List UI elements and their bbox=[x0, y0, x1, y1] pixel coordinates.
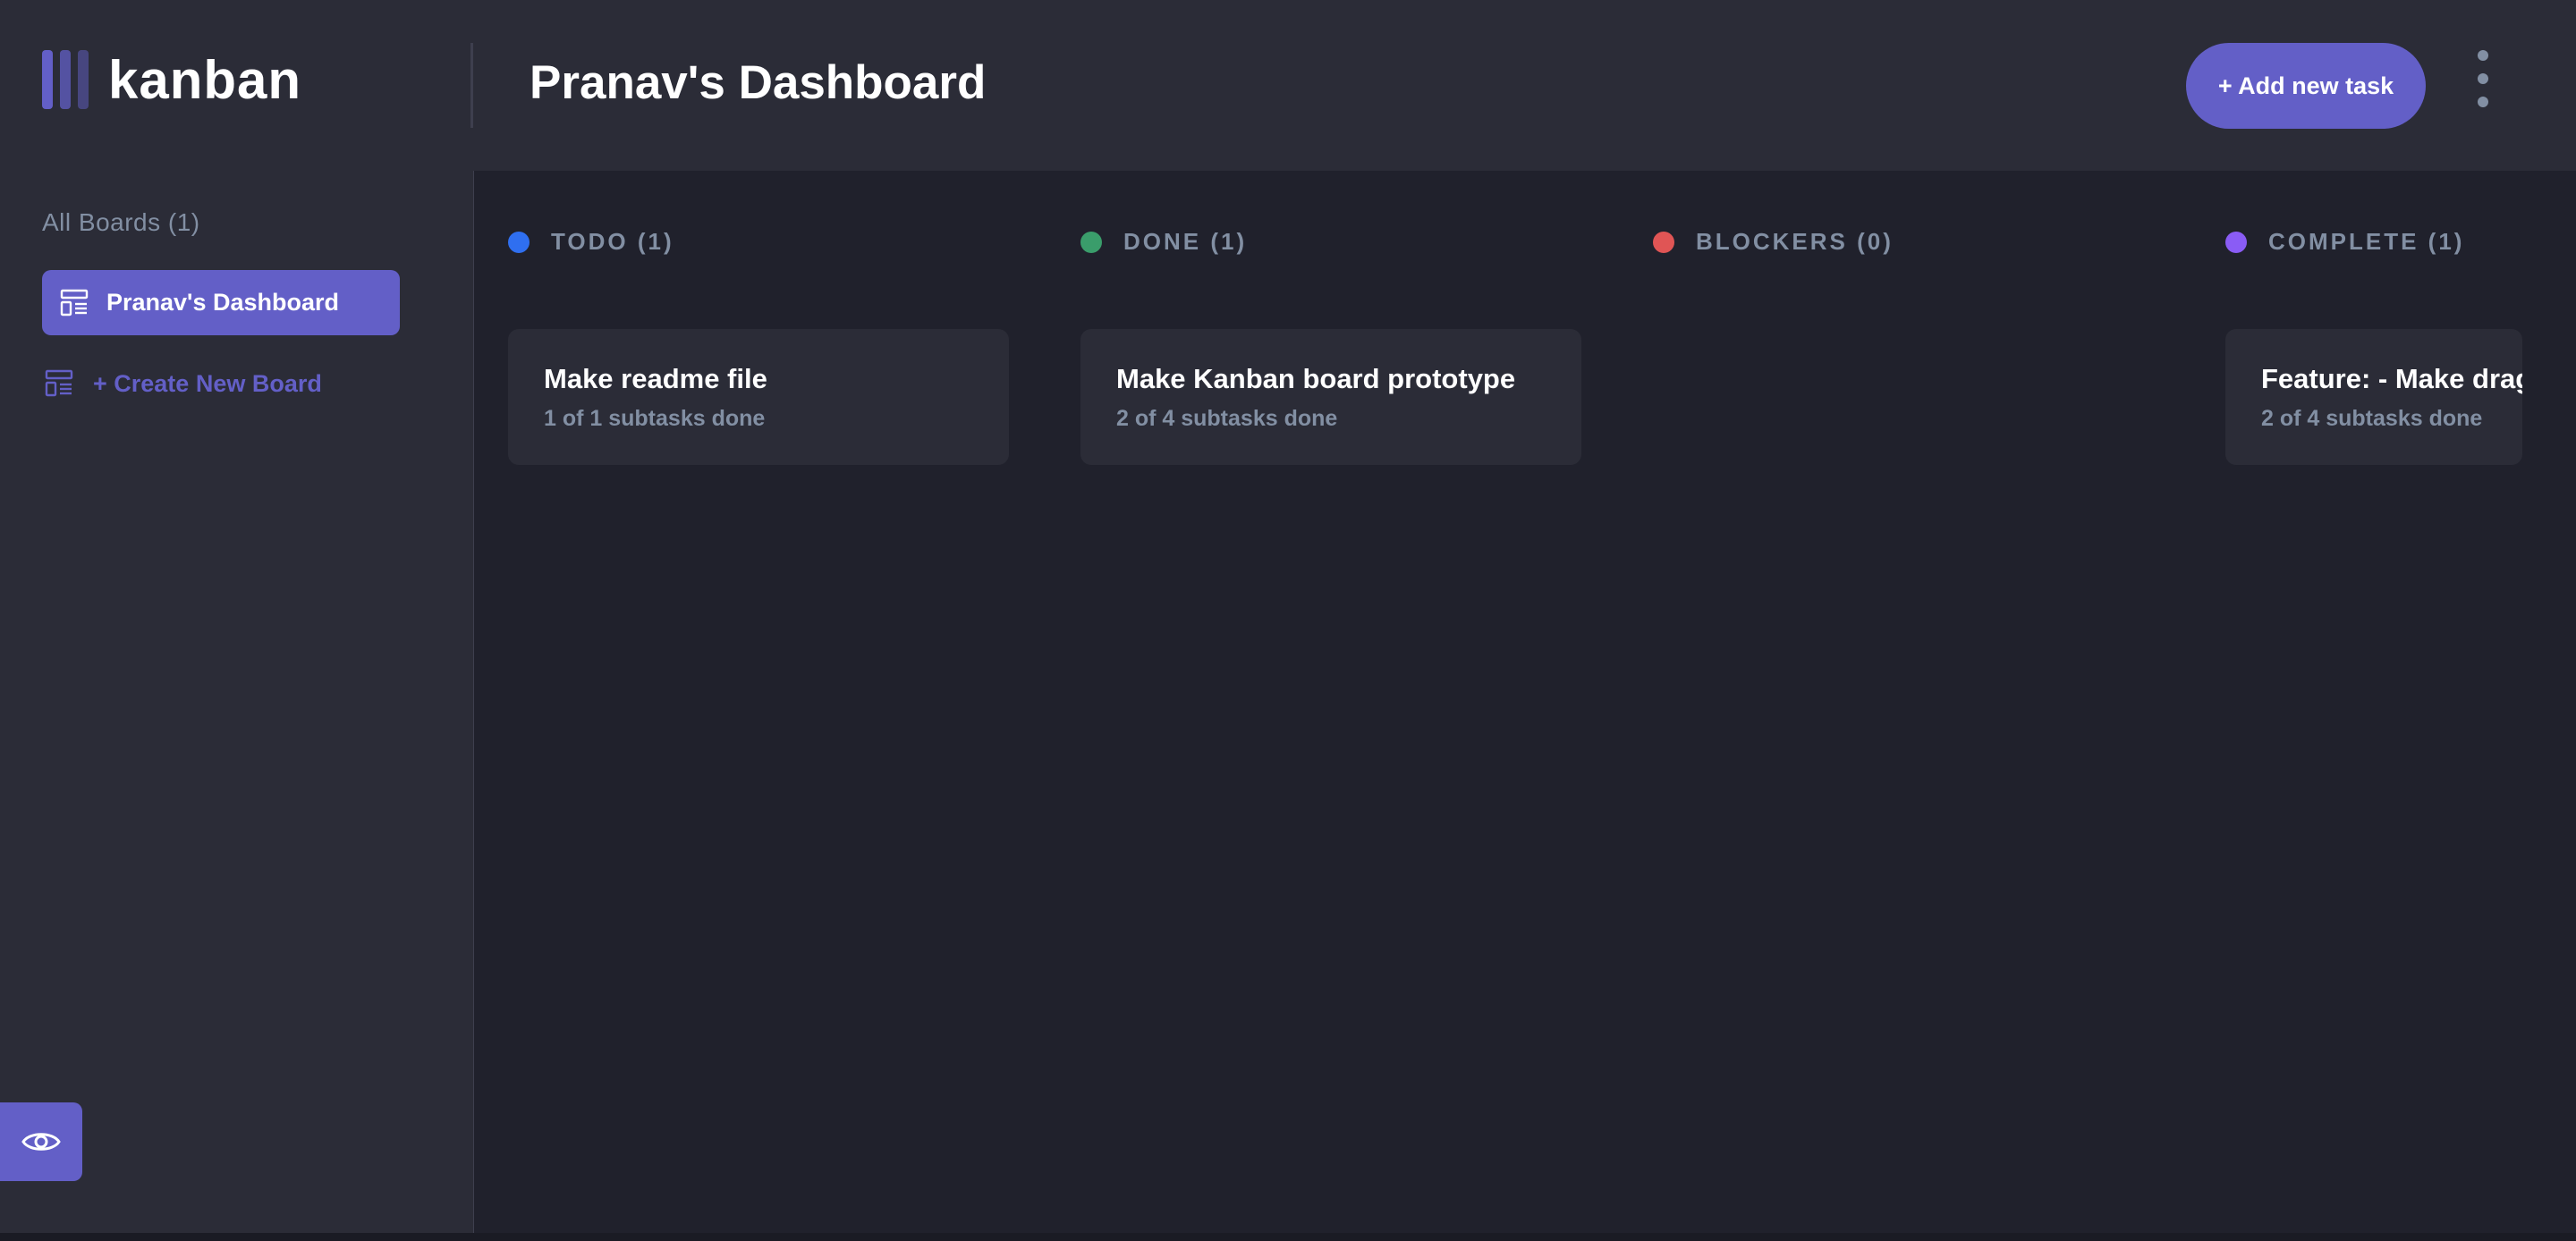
header-divider bbox=[470, 43, 473, 128]
column-title: DONE (1) bbox=[1123, 228, 1248, 255]
task-subtasks: 2 of 4 subtasks done bbox=[2261, 406, 2483, 431]
task-card[interactable]: Make Kanban board prototype 2 of 4 subta… bbox=[1080, 329, 1581, 465]
sidebar-item-pranavs-dashboard[interactable]: Pranav's Dashboard bbox=[42, 270, 400, 335]
show-sidebar-button[interactable] bbox=[0, 1102, 82, 1181]
column-title: TODO (1) bbox=[551, 228, 674, 255]
column-title: COMPLETE (1) bbox=[2268, 228, 2465, 255]
task-card[interactable]: Feature: - Make drag 2 of 4 subtasks don… bbox=[2225, 329, 2522, 465]
status-dot bbox=[2225, 231, 2247, 253]
logo-text: kanban bbox=[108, 49, 302, 110]
board-layout-icon bbox=[60, 289, 89, 316]
sidebar: All Boards (1) Pranav's Dashboard + Crea… bbox=[0, 171, 474, 1241]
create-board-label: + Create New Board bbox=[93, 369, 322, 397]
add-new-task-button[interactable]: + Add new task bbox=[2186, 43, 2426, 129]
task-subtasks: 2 of 4 subtasks done bbox=[1116, 406, 1338, 431]
eye-icon bbox=[21, 1133, 61, 1151]
logo[interactable]: kanban bbox=[42, 45, 301, 114]
sidebar-item-label: Pranav's Dashboard bbox=[106, 289, 340, 316]
column-header: BLOCKERS (0) bbox=[1653, 228, 1894, 256]
column-title: BLOCKERS (0) bbox=[1696, 228, 1894, 255]
status-dot bbox=[1653, 231, 1674, 253]
kanban-bars-icon bbox=[42, 50, 89, 109]
page-title: Pranav's Dashboard bbox=[530, 56, 987, 109]
kanban-app: kanban Pranav's Dashboard + Add new task… bbox=[0, 0, 2576, 1241]
column-header: TODO (1) bbox=[508, 228, 674, 256]
task-subtasks: 1 of 1 subtasks done bbox=[544, 406, 766, 431]
task-card[interactable]: Make readme file 1 of 1 subtasks done bbox=[508, 329, 1009, 465]
column-header: COMPLETE (1) bbox=[2225, 228, 2464, 256]
bottom-edge bbox=[0, 1233, 2576, 1241]
task-title: Make Kanban board prototype bbox=[1116, 363, 1516, 394]
create-new-board-button[interactable]: + Create New Board bbox=[45, 369, 322, 398]
task-title: Feature: - Make drag bbox=[2261, 363, 2522, 394]
task-title: Make readme file bbox=[544, 363, 767, 394]
status-dot bbox=[1080, 231, 1102, 253]
column-header: DONE (1) bbox=[1080, 228, 1247, 256]
status-dot bbox=[508, 231, 530, 253]
board-layout-icon bbox=[45, 369, 73, 397]
board: TODO (1) Make readme file 1 of 1 subtask… bbox=[474, 171, 2576, 1233]
kebab-menu-icon[interactable] bbox=[2470, 50, 2496, 107]
all-boards-heading: All Boards (1) bbox=[42, 208, 200, 236]
header: kanban Pranav's Dashboard + Add new task bbox=[0, 0, 2576, 171]
